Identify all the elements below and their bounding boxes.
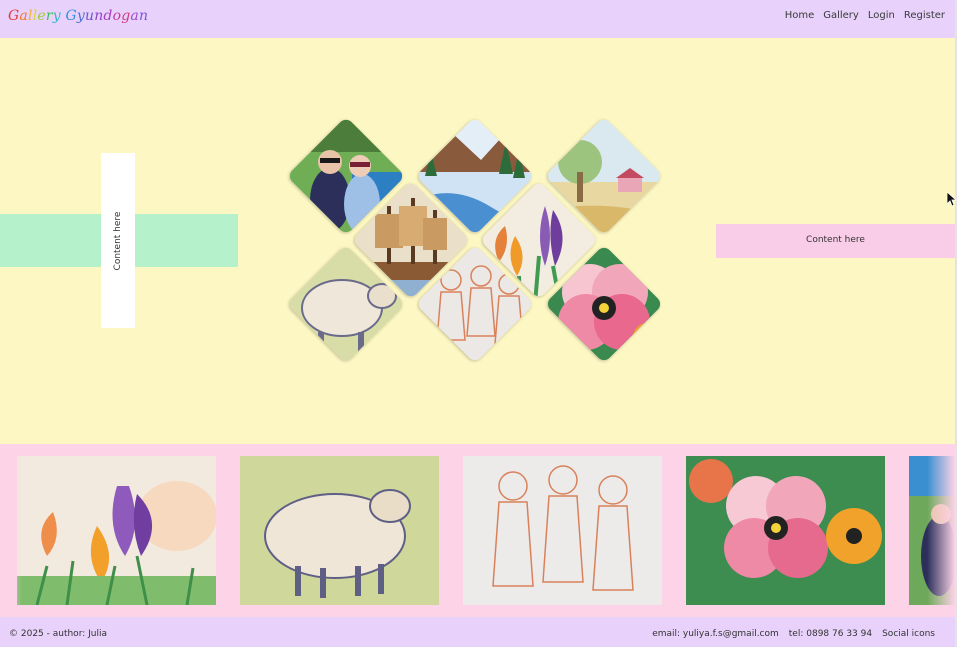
carousel-fade-right xyxy=(927,444,955,617)
brand-letter: e xyxy=(37,8,46,24)
brand-logo[interactable]: Gallery Gyundogan xyxy=(8,8,148,24)
vertical-content-card: Content here xyxy=(101,153,135,328)
nav-login-link[interactable]: Login xyxy=(868,10,895,21)
mouse-cursor-icon xyxy=(947,192,957,206)
figures-sketch-image xyxy=(463,456,662,605)
brand-letter: G xyxy=(65,8,77,24)
brand-letter: g xyxy=(121,8,131,24)
copyright-text: © 2025 - author: Julia xyxy=(9,629,108,639)
vertical-content-text: Content here xyxy=(113,211,123,270)
footer-social-icons[interactable]: Social icons xyxy=(882,629,935,639)
brand-letter: n xyxy=(94,8,104,24)
brand-letter: a xyxy=(130,8,139,24)
carousel-fade-left xyxy=(0,444,22,617)
image-carousel xyxy=(0,444,955,617)
footer-email[interactable]: email: yuliya.f.s@gmail.com xyxy=(652,629,779,639)
brand-letter: u xyxy=(84,8,95,24)
content-box: Content here xyxy=(716,224,955,258)
nav-home-link[interactable]: Home xyxy=(785,10,815,21)
hero-section: Content here Content here xyxy=(0,38,955,444)
page-footer: © 2025 - author: Julia email: yuliya.f.s… xyxy=(0,617,955,647)
brand-letter: d xyxy=(103,8,113,24)
footer-contacts: email: yuliya.f.s@gmail.com tel: 0898 76… xyxy=(652,629,935,639)
nav-gallery-link[interactable]: Gallery xyxy=(823,10,859,21)
brand-letter: o xyxy=(112,8,122,24)
carousel-card-crocus[interactable] xyxy=(17,456,216,605)
sheep-painting-image xyxy=(240,456,439,605)
brand-letter: r xyxy=(45,8,53,24)
footer-tel[interactable]: tel: 0898 76 33 94 xyxy=(789,629,872,639)
brand-letter: a xyxy=(19,8,28,24)
crocus-painting-image xyxy=(17,456,216,605)
carousel-card-pansy[interactable] xyxy=(686,456,885,605)
top-navbar: Gallery Gyundogan Home Gallery Login Reg… xyxy=(0,0,955,38)
nav-register-link[interactable]: Register xyxy=(904,10,945,21)
main-nav: Home Gallery Login Register xyxy=(785,10,945,21)
carousel-card-sheep[interactable] xyxy=(240,456,439,605)
brand-letter: G xyxy=(8,8,20,24)
pansy-painting-image xyxy=(686,456,885,605)
brand-letter: y xyxy=(52,8,61,24)
carousel-card-figures[interactable] xyxy=(463,456,662,605)
brand-letter: n xyxy=(138,8,149,24)
content-box-text: Content here xyxy=(806,235,865,245)
brand-letter: y xyxy=(76,8,85,24)
